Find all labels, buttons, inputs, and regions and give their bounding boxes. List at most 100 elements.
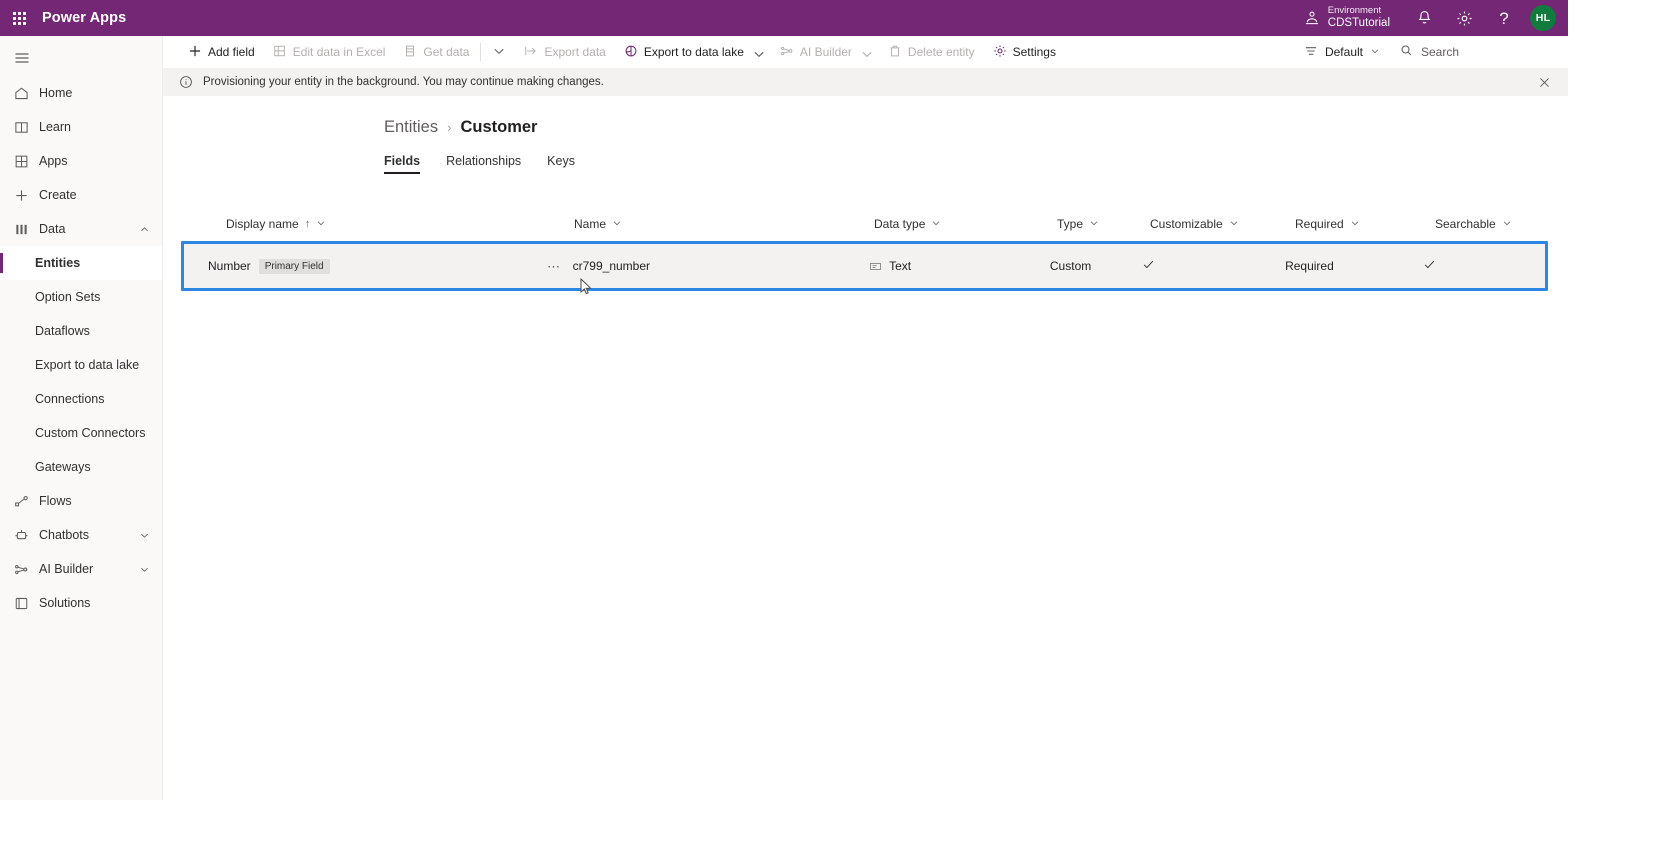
chevron-down-icon <box>1502 217 1512 231</box>
sidebar-item-label: Connections <box>35 392 105 406</box>
command-bar: Add field Edit data in Excel Get data Ex… <box>163 36 1568 68</box>
environment-name: CDSTutorial <box>1327 16 1390 29</box>
column-header-content: Customizable <box>1150 207 1295 241</box>
get-data-dropdown-button[interactable] <box>483 36 515 68</box>
sidebar-item-learn[interactable]: Learn <box>0 110 162 144</box>
sidebar-item-apps[interactable]: Apps <box>0 144 162 178</box>
export-data-button: Export data <box>515 36 614 68</box>
sidebar-item-flows[interactable]: Flows <box>0 484 162 518</box>
chevron-up-icon[interactable] <box>139 224 150 235</box>
command-separator <box>480 43 482 61</box>
chevron-down-icon[interactable] <box>139 564 150 575</box>
field-display-name: Number <box>208 259 251 273</box>
data-lake-icon <box>624 44 638 61</box>
column-header-data-type[interactable]: Data type <box>874 207 1057 241</box>
column-header-required[interactable]: Required <box>1295 207 1435 241</box>
chevron-down-icon <box>492 44 506 61</box>
column-header-customizable[interactable]: Customizable <box>1150 207 1295 241</box>
waffle-icon[interactable] <box>0 11 38 25</box>
sidebar-item-data[interactable]: Data <box>0 212 162 246</box>
sidebar-item-entities[interactable]: Entities <box>0 246 162 280</box>
tab-keys[interactable]: Keys <box>547 154 575 174</box>
bell-icon[interactable] <box>1404 0 1444 36</box>
apps-grid-icon <box>14 154 34 169</box>
sidebar-item-connections[interactable]: Connections <box>0 382 162 416</box>
column-header-display-name[interactable]: Display name ↑ <box>184 207 574 241</box>
checkmark-icon <box>1423 258 1436 274</box>
question-mark-icon[interactable]: ? <box>1484 0 1524 36</box>
edit-data-in-excel-button: Edit data in Excel <box>264 36 395 68</box>
chevron-down-icon <box>316 217 326 231</box>
sidebar-item-chatbots[interactable]: Chatbots <box>0 518 162 552</box>
notification-bar: Provisioning your entity in the backgrou… <box>163 68 1568 96</box>
view-label: Default <box>1324 45 1363 59</box>
trash-icon <box>888 44 902 61</box>
chevron-down-icon[interactable] <box>139 530 150 541</box>
view-selector[interactable]: Default <box>1294 36 1390 68</box>
gear-icon[interactable] <box>1444 0 1484 36</box>
sidebar-item-label: Solutions <box>39 596 91 610</box>
text-field-icon <box>869 260 882 273</box>
row-overflow-menu-button[interactable]: ⋯ <box>547 260 562 273</box>
hamburger-menu[interactable] <box>0 40 162 76</box>
cell-data-type: Text <box>869 259 1050 273</box>
excel-icon <box>273 44 287 61</box>
table-header-row: Display name ↑ Name Data type Type Custo… <box>163 207 1568 241</box>
sidebar-item-custom-connectors[interactable]: Custom Connectors <box>0 416 162 450</box>
add-field-button[interactable]: Add field <box>179 36 264 68</box>
command-label: Edit data in Excel <box>292 45 386 59</box>
sidebar-item-solutions[interactable]: Solutions <box>0 586 162 620</box>
chevron-down-icon <box>860 47 872 58</box>
field-logical-name: cr799_number <box>572 259 651 273</box>
breadcrumb-separator: › <box>447 120 452 135</box>
database-icon <box>14 222 34 237</box>
export-data-icon <box>524 44 538 61</box>
app-header: Power Apps Environment CDSTutorial ? HL <box>0 0 1568 36</box>
settings-button[interactable]: Settings <box>984 36 1065 68</box>
sidebar-item-option-sets[interactable]: Option Sets <box>0 280 162 314</box>
chevron-down-icon <box>1229 217 1239 231</box>
sidebar-item-dataflows[interactable]: Dataflows <box>0 314 162 348</box>
tab-relationships[interactable]: Relationships <box>446 154 521 174</box>
plus-icon <box>14 188 34 203</box>
command-label: Export to data lake <box>643 45 744 59</box>
sidebar-item-ai-builder[interactable]: AI Builder <box>0 552 162 586</box>
column-header-content: Searchable <box>1435 207 1555 241</box>
column-header-content: Name <box>574 207 874 241</box>
environment-text: Environment CDSTutorial <box>1327 5 1390 30</box>
sidebar-item-export-to-data-lake[interactable]: Export to data lake <box>0 348 162 382</box>
search-input[interactable]: Search <box>1390 37 1560 67</box>
export-to-data-lake-button[interactable]: Export to data lake <box>615 36 771 68</box>
sidebar-item-label: Flows <box>39 494 72 508</box>
sidebar-item-create[interactable]: Create <box>0 178 162 212</box>
sidebar-item-home[interactable]: Home <box>0 76 162 110</box>
app-brand-title[interactable]: Power Apps <box>42 10 126 26</box>
sidebar-item-gateways[interactable]: Gateways <box>0 450 162 484</box>
avatar[interactable]: HL <box>1530 5 1556 31</box>
table-row[interactable]: Number Primary Field ⋯ cr799_number Text <box>187 249 1542 283</box>
sidebar-item-label: AI Builder <box>39 562 94 576</box>
close-icon[interactable] <box>1530 68 1558 96</box>
environment-icon <box>1304 10 1320 26</box>
waffle-grid <box>12 11 26 25</box>
power-apps-window: Power Apps Environment CDSTutorial ? HL … <box>0 0 1568 800</box>
column-label: Display name <box>226 217 299 231</box>
column-header-type[interactable]: Type <box>1057 207 1150 241</box>
sidebar-item-label: Custom Connectors <box>35 426 146 440</box>
column-header-name[interactable]: Name <box>574 207 874 241</box>
chevron-down-icon <box>1370 45 1380 59</box>
command-label: Add field <box>208 45 255 59</box>
search-placeholder: Search <box>1421 44 1460 59</box>
environment-picker[interactable]: Environment CDSTutorial <box>1290 5 1404 30</box>
column-header-searchable[interactable]: Searchable <box>1435 207 1555 241</box>
chevron-down-icon <box>1350 217 1360 231</box>
breadcrumb-entities-link[interactable]: Entities <box>384 118 438 137</box>
gear-icon <box>993 44 1007 61</box>
tab-fields[interactable]: Fields <box>384 154 421 174</box>
chevron-down-icon <box>612 217 622 231</box>
column-label: Name <box>574 217 607 231</box>
chevron-down-icon <box>1089 217 1099 231</box>
command-label: AI Builder <box>799 45 852 59</box>
chatbot-icon <box>14 528 34 543</box>
column-header-content: Type <box>1057 207 1150 241</box>
